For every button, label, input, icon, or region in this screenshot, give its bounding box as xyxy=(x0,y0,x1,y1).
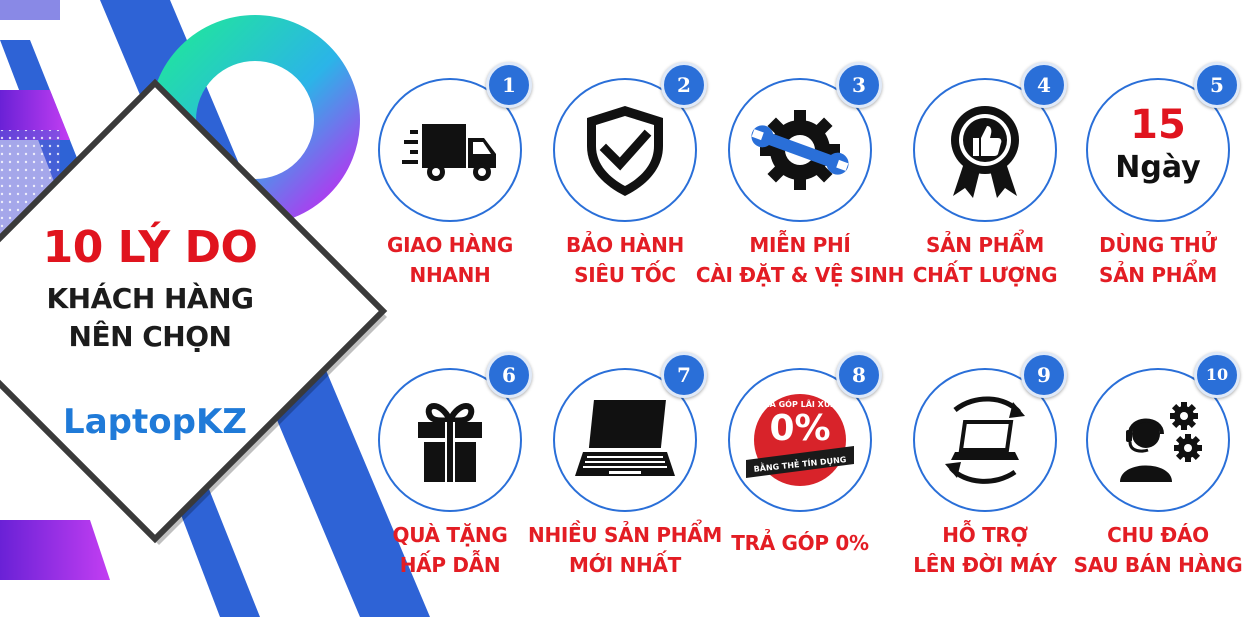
reason-item-3: 3 MIỄN PHÍ CÀI ĐẶT & VỆ SINH xyxy=(696,62,904,320)
reason-number-badge: 5 xyxy=(1194,62,1240,108)
reason-number-badge: 8 xyxy=(836,352,882,398)
headline-line-2: KHÁCH HÀNG xyxy=(46,282,254,315)
reason-number-badge: 2 xyxy=(661,62,707,108)
reason-number-badge: 4 xyxy=(1021,62,1067,108)
reason-number-badge: 3 xyxy=(836,62,882,108)
reason-label-line: SẢN PHẨM xyxy=(1099,263,1217,287)
reason-item-10: 10 CHU ĐÁO SAU BÁN HÀNG xyxy=(1068,352,1248,610)
reason-number-badge: 9 xyxy=(1021,352,1067,398)
fifteen-number: 15 xyxy=(1130,102,1186,148)
reason-label-line: DÙNG THỬ xyxy=(1099,233,1217,257)
laptop-icon xyxy=(575,400,675,476)
shield-check-icon xyxy=(587,106,663,196)
wrench-gear-icon xyxy=(751,110,849,190)
reason-number-badge: 6 xyxy=(486,352,532,398)
reason-item-8: TRẢ GÓP LÃI XUẤT 0% BẰNG THẺ TÍN DỤNG 8 … xyxy=(710,352,890,610)
reason-item-2: 2 BẢO HÀNH SIÊU TỐC xyxy=(535,62,715,320)
reason-number-badge: 10 xyxy=(1194,352,1240,398)
reason-label: CHU ĐÁO SAU BÁN HÀNG xyxy=(1048,520,1248,580)
reason-item-6: 6 QUÀ TẶNG HẤP DẪN xyxy=(360,352,540,610)
support-agent-gears-icon xyxy=(1120,402,1202,482)
gift-box-icon xyxy=(418,403,482,482)
reason-label: DÙNG THỬ SẢN PHẨM xyxy=(1048,230,1248,290)
headline-line-1: 10 LÝ DO xyxy=(42,222,258,273)
reason-number-badge: 1 xyxy=(486,62,532,108)
reason-label-line: CHU ĐÁO xyxy=(1107,523,1209,547)
reason-item-1: 1 GIAO HÀNG NHANH xyxy=(360,62,540,320)
delivery-truck-icon xyxy=(402,124,496,181)
laptop-upgrade-arrows-icon xyxy=(945,396,1025,484)
zero-percent-text: 0% xyxy=(769,408,831,449)
headline-line-3: NÊN CHỌN xyxy=(68,320,232,353)
reason-label-line: SAU BÁN HÀNG xyxy=(1073,553,1243,577)
reason-number-badge: 7 xyxy=(661,352,707,398)
brand-logo-text: LaptopKZ xyxy=(63,402,247,442)
reason-item-5: 15 Ngày 5 DÙNG THỬ SẢN PHẨM xyxy=(1068,62,1248,320)
quality-badge-icon xyxy=(951,106,1019,198)
days-word: Ngày xyxy=(1115,150,1201,185)
reason-item-7: 7 NHIỀU SẢN PHẨM MỚI NHẤT xyxy=(528,352,722,610)
